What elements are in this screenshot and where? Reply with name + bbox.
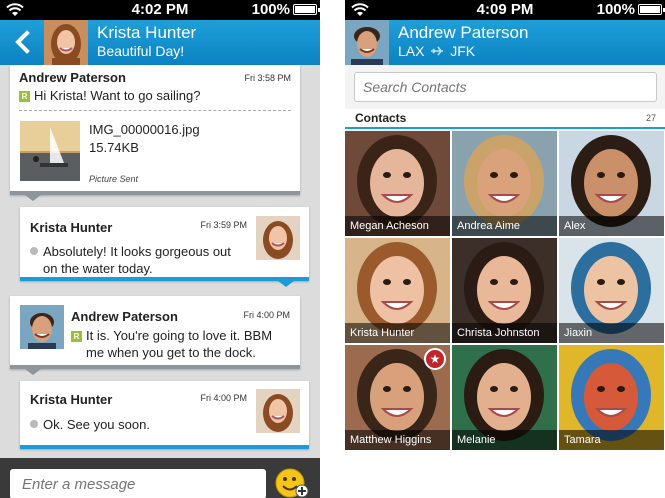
status-bar: 4:02 PM 100% (0, 0, 320, 20)
contact-tile[interactable]: Alex (559, 131, 664, 236)
message-list[interactable]: Andrew Paterson Fri 3:58 PM R Hi Krista! … (0, 65, 320, 458)
sender-name: Andrew Paterson (71, 309, 178, 324)
contact-status: Beautiful Day! (97, 43, 185, 59)
favorite-star-icon: ★ (424, 348, 446, 370)
avatar[interactable] (20, 305, 64, 349)
avatar[interactable] (44, 20, 88, 65)
message-text: Absolutely! It looks gorgeous out (43, 244, 231, 259)
contact-name: Matthew Higgins (345, 430, 450, 450)
contact-name: Jiaxin (559, 323, 664, 343)
message-text: Ok. See you soon. (43, 417, 150, 432)
read-badge-icon: R (19, 91, 30, 102)
battery-percent: 100% (596, 1, 635, 18)
contact-tile[interactable]: Megan Acheson (345, 131, 450, 236)
chat-screen: 4:02 PM 100% Krista Hunter Beautiful Day… (0, 0, 320, 498)
contact-name: Christa Johnston (452, 323, 557, 343)
status-bar: 4:09 PM 100% (345, 0, 665, 20)
contact-tile[interactable]: Melanie (452, 345, 557, 450)
avatar[interactable] (256, 389, 300, 433)
profile-status: LAX JFK (398, 43, 476, 59)
contact-name: Tamara (559, 430, 664, 450)
message-input[interactable] (10, 469, 266, 498)
message-bubble[interactable]: Krista Hunter Fri 4:00 PM Ok. See you so… (20, 381, 309, 449)
search-bar (345, 65, 665, 109)
message-bubble[interactable]: Andrew Paterson Fri 3:58 PM R Hi Krista! … (10, 65, 300, 195)
message-text: on the water today. (43, 261, 153, 276)
status-dot-icon (30, 247, 38, 255)
battery-percent: 100% (251, 1, 290, 18)
section-title: Contacts (355, 111, 407, 125)
message-time: Fri 3:59 PM (200, 220, 247, 230)
search-input[interactable] (354, 72, 657, 102)
attachment-status: Picture Sent (89, 174, 139, 184)
read-badge-icon: R (71, 331, 82, 342)
message-composer (0, 458, 320, 498)
battery-icon (293, 4, 320, 15)
contact-name: Melanie (452, 430, 557, 450)
contact-tile[interactable]: Jiaxin (559, 238, 664, 343)
message-text: me when you get to the dock. (86, 345, 256, 360)
sender-name: Krista Hunter (30, 220, 113, 235)
sender-name: Krista Hunter (30, 392, 113, 407)
avatar[interactable] (256, 216, 300, 260)
emoticon-icon[interactable] (275, 466, 309, 498)
contact-grid: Megan Acheson Andrea Aime Alex Krista Hunte… (345, 131, 665, 498)
message-time: Fri 4:00 PM (200, 393, 247, 403)
avatar[interactable] (345, 20, 389, 65)
profile-name: Andrew Paterson (398, 23, 529, 42)
contact-name: Alex (559, 216, 664, 236)
chat-header: Krista Hunter Beautiful Day! (0, 20, 320, 65)
attachment-thumbnail[interactable] (20, 121, 80, 181)
contact-name: Megan Acheson (345, 216, 450, 236)
contacts-count: 27 (645, 113, 656, 123)
airplane-icon (431, 46, 444, 56)
contacts-screen: 4:09 PM 100% Andrew Paterson LAX JFK Con… (345, 0, 665, 498)
message-time: Fri 3:58 PM (244, 73, 291, 83)
message-bubble[interactable]: Andrew Paterson Fri 4:00 PM R It is. You'… (10, 296, 300, 369)
message-bubble[interactable]: Krista Hunter Fri 3:59 PM Absolutely! It… (20, 207, 309, 281)
divider (19, 110, 291, 111)
contact-name: Krista Hunter (345, 323, 450, 343)
message-text: Hi Krista! Want to go sailing? (34, 88, 201, 103)
contact-tile[interactable]: Tamara (559, 345, 664, 450)
contacts-section-header: Contacts 27 (345, 109, 665, 129)
contact-name: Krista Hunter (97, 23, 197, 42)
contact-tile[interactable]: Andrea Aime (452, 131, 557, 236)
status-dot-icon (30, 420, 38, 428)
contact-tile[interactable]: Matthew Higgins ★ (345, 345, 450, 450)
contact-tile[interactable]: Krista Hunter (345, 238, 450, 343)
message-text: It is. You're going to love it. BBM (86, 328, 273, 343)
sender-name: Andrew Paterson (19, 70, 126, 85)
attachment-filename: IMG_00000016.jpg (89, 122, 200, 137)
battery-icon (638, 4, 665, 15)
attachment-size: 15.74KB (89, 140, 139, 155)
contact-tile[interactable]: Christa Johnston (452, 238, 557, 343)
message-time: Fri 4:00 PM (243, 310, 290, 320)
contact-name: Andrea Aime (452, 216, 557, 236)
profile-header: Andrew Paterson LAX JFK (345, 20, 665, 65)
back-arrow-icon[interactable] (10, 29, 36, 55)
